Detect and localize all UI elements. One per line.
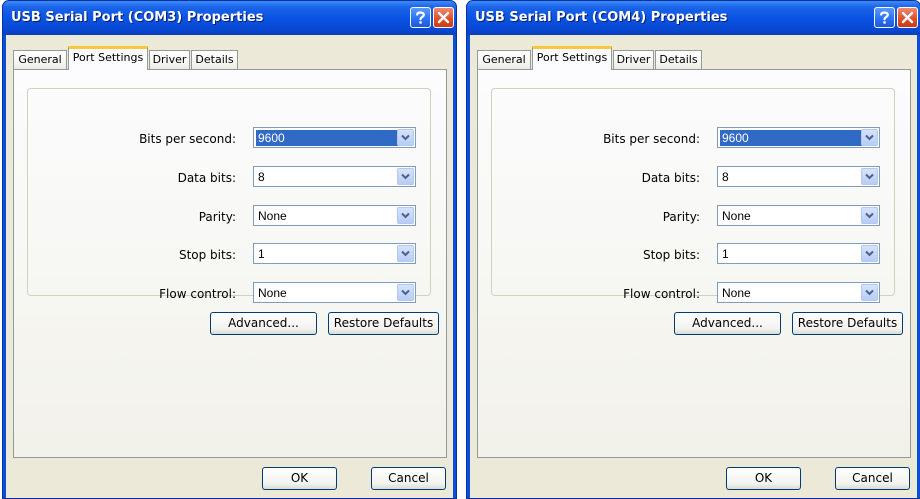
data-bits-value: 8	[722, 170, 729, 184]
chevron-down-icon	[865, 289, 874, 296]
help-icon	[880, 11, 889, 24]
flow-control-value: None	[258, 286, 287, 300]
dropdown-button[interactable]	[861, 245, 878, 262]
data-bits-select[interactable]: 8	[253, 166, 416, 187]
parity-value: None	[722, 209, 751, 223]
close-button[interactable]	[433, 7, 454, 28]
flow-control-row: Flow control: None	[492, 282, 894, 306]
properties-dialog-com3: USB Serial Port (COM3) Properties Genera…	[2, 0, 457, 499]
chevron-down-icon	[865, 173, 874, 180]
close-icon	[901, 11, 914, 24]
tab-details[interactable]: Details	[655, 50, 702, 70]
title-bar[interactable]: USB Serial Port (COM3) Properties	[3, 1, 456, 35]
data-bits-select[interactable]: 8	[717, 166, 880, 187]
data-bits-row: Data bits: 8	[28, 166, 430, 190]
tab-general[interactable]: General	[477, 50, 531, 70]
stop-bits-value: 1	[258, 247, 265, 261]
data-bits-label: Data bits:	[177, 171, 236, 185]
tab-driver[interactable]: Driver	[613, 50, 654, 70]
flow-control-label: Flow control:	[623, 287, 700, 301]
help-button[interactable]	[874, 7, 895, 28]
cancel-button[interactable]: Cancel	[371, 467, 446, 490]
settings-group: Bits per second: 9600 Data bits: 8 Parit…	[27, 88, 431, 303]
close-icon	[437, 11, 450, 24]
bits-per-second-label: Bits per second:	[603, 132, 700, 146]
parity-row: Parity: None	[28, 205, 430, 229]
title-bar[interactable]: USB Serial Port (COM4) Properties	[467, 1, 920, 35]
flow-control-label: Flow control:	[159, 287, 236, 301]
parity-select[interactable]: None	[253, 205, 416, 226]
flow-control-row: Flow control: None	[28, 282, 430, 306]
port-settings-panel: Bits per second: 9600 Data bits: 8 Parit…	[13, 69, 447, 458]
tab-details[interactable]: Details	[191, 50, 238, 70]
data-bits-label: Data bits:	[641, 171, 700, 185]
ok-button[interactable]: OK	[262, 467, 337, 490]
chevron-down-icon	[865, 212, 874, 219]
tab-strip: General Port Settings Driver Details	[477, 46, 917, 70]
window-title: USB Serial Port (COM3) Properties	[11, 10, 264, 25]
dropdown-button[interactable]	[861, 168, 878, 185]
chevron-down-icon	[401, 289, 410, 296]
stop-bits-value: 1	[722, 247, 729, 261]
flow-control-select[interactable]: None	[253, 282, 416, 303]
data-bits-value: 8	[258, 170, 265, 184]
dropdown-button[interactable]	[861, 129, 878, 146]
advanced-button[interactable]: Advanced...	[674, 312, 781, 335]
dropdown-button[interactable]	[397, 168, 414, 185]
stop-bits-label: Stop bits:	[642, 248, 700, 262]
bits-per-second-label: Bits per second:	[139, 132, 236, 146]
parity-label: Parity:	[198, 210, 236, 224]
dropdown-button[interactable]	[397, 207, 414, 224]
properties-dialog-com4: USB Serial Port (COM4) Properties Genera…	[466, 0, 920, 499]
bits-per-second-select[interactable]: 9600	[253, 127, 416, 148]
restore-defaults-button[interactable]: Restore Defaults	[328, 312, 439, 335]
help-button[interactable]	[410, 7, 431, 28]
tab-general[interactable]: General	[13, 50, 67, 70]
restore-defaults-button[interactable]: Restore Defaults	[792, 312, 903, 335]
dropdown-button[interactable]	[397, 129, 414, 146]
bits-per-second-value: 9600	[256, 130, 401, 146]
tab-strip: General Port Settings Driver Details	[13, 46, 453, 70]
dialog-body: General Port Settings Driver Details Bit…	[470, 35, 917, 498]
port-settings-panel: Bits per second: 9600 Data bits: 8 Parit…	[477, 69, 911, 458]
bits-per-second-row: Bits per second: 9600	[492, 127, 894, 151]
bits-per-second-row: Bits per second: 9600	[28, 127, 430, 151]
chevron-down-icon	[401, 212, 410, 219]
dialog-body: General Port Settings Driver Details Bit…	[6, 35, 453, 498]
flow-control-value: None	[722, 286, 751, 300]
stop-bits-select[interactable]: 1	[717, 243, 880, 264]
dropdown-button[interactable]	[397, 284, 414, 301]
window-title: USB Serial Port (COM4) Properties	[475, 10, 728, 25]
flow-control-select[interactable]: None	[717, 282, 880, 303]
chevron-down-icon	[401, 173, 410, 180]
tab-driver[interactable]: Driver	[149, 50, 190, 70]
help-icon	[416, 11, 425, 24]
stop-bits-row: Stop bits: 1	[492, 243, 894, 267]
settings-group: Bits per second: 9600 Data bits: 8 Parit…	[491, 88, 895, 303]
cancel-button[interactable]: Cancel	[835, 467, 910, 490]
chevron-down-icon	[865, 250, 874, 257]
chevron-down-icon	[865, 134, 874, 141]
bits-per-second-select[interactable]: 9600	[717, 127, 880, 148]
ok-button[interactable]: OK	[726, 467, 801, 490]
bits-per-second-value: 9600	[720, 130, 865, 146]
parity-select[interactable]: None	[717, 205, 880, 226]
stop-bits-row: Stop bits: 1	[28, 243, 430, 267]
dropdown-button[interactable]	[861, 207, 878, 224]
dropdown-button[interactable]	[397, 245, 414, 262]
data-bits-row: Data bits: 8	[492, 166, 894, 190]
advanced-button[interactable]: Advanced...	[210, 312, 317, 335]
dropdown-button[interactable]	[861, 284, 878, 301]
close-button[interactable]	[897, 7, 918, 28]
stop-bits-select[interactable]: 1	[253, 243, 416, 264]
tab-port-settings[interactable]: Port Settings	[68, 46, 148, 70]
tab-port-settings[interactable]: Port Settings	[532, 46, 612, 70]
parity-label: Parity:	[662, 210, 700, 224]
parity-value: None	[258, 209, 287, 223]
parity-row: Parity: None	[492, 205, 894, 229]
stop-bits-label: Stop bits:	[178, 248, 236, 262]
chevron-down-icon	[401, 134, 410, 141]
chevron-down-icon	[401, 250, 410, 257]
